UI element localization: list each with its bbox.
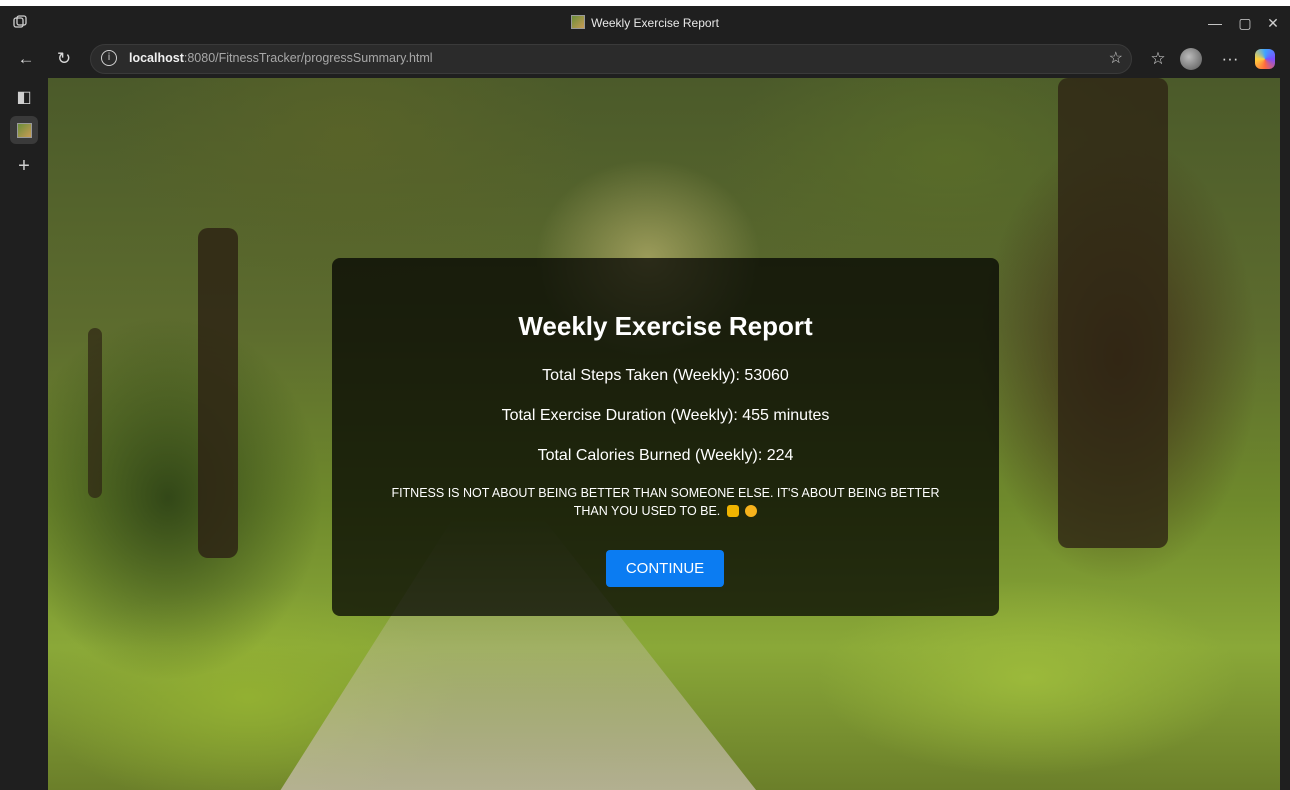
favorites-icon[interactable]: ☆ [1148, 49, 1168, 69]
tree-trunk [1058, 78, 1168, 548]
smiling-face-icon [745, 505, 758, 517]
tree-trunk [198, 228, 238, 558]
url-text[interactable]: localhost:8080/FitnessTracker/progressSu… [129, 51, 433, 65]
address-bar[interactable]: i localhost:8080/FitnessTracker/progress… [90, 44, 1132, 74]
tab-title[interactable]: Weekly Exercise Report [0, 15, 1290, 30]
browser-titlebar: Weekly Exercise Report — ▢ ✕ [0, 6, 1290, 40]
restore-icon[interactable]: ▢ [1230, 12, 1260, 34]
continue-button[interactable]: CONTINUE [606, 550, 724, 587]
copilot-icon[interactable] [1255, 49, 1275, 69]
window-edge [1280, 78, 1290, 790]
profile-avatar[interactable] [1180, 48, 1202, 70]
url-path: :8080/FitnessTracker/progressSummary.htm… [183, 51, 433, 65]
total-duration-text: Total Exercise Duration (Weekly): 455 mi… [501, 407, 830, 424]
new-tab-icon[interactable]: + [14, 156, 34, 176]
url-host: localhost [129, 51, 184, 65]
site-info-icon[interactable]: i [101, 50, 117, 66]
tab-actions-icon[interactable]: ◧ [14, 88, 34, 108]
vertical-tabs-sidebar: ◧ + [0, 78, 48, 790]
report-title: Weekly Exercise Report [518, 311, 813, 341]
close-icon[interactable]: ✕ [1258, 12, 1288, 34]
total-calories-text: Total Calories Burned (Weekly): 224 [537, 447, 794, 464]
total-steps-text: Total Steps Taken (Weekly): 53060 [542, 367, 789, 384]
weekly-report-card: Weekly Exercise Report Total Steps Taken… [332, 258, 999, 616]
more-menu-icon[interactable]: ··· [1220, 49, 1240, 69]
back-icon[interactable]: ← [16, 49, 36, 69]
refresh-icon[interactable]: ↻ [54, 49, 74, 69]
tree-trunk [88, 328, 102, 498]
tab-title-text: Weekly Exercise Report [591, 16, 719, 30]
quote-line-1: FITNESS IS NOT ABOUT BEING BETTER THAN S… [391, 486, 940, 500]
minimize-icon[interactable]: — [1200, 12, 1230, 34]
sidebar-tab-weekly-report[interactable] [10, 116, 38, 144]
browser-toolbar: ← ↻ i localhost:8080/FitnessTracker/prog… [0, 40, 1290, 78]
page-favicon-icon [571, 15, 586, 29]
favorite-star-icon[interactable]: ☆ [1109, 48, 1123, 68]
motivational-quote: FITNESS IS NOT ABOUT BEING BETTER THAN S… [362, 484, 969, 520]
quote-line-2: THAN YOU USED TO BE. [573, 504, 721, 518]
flexed-biceps-icon [726, 505, 739, 517]
